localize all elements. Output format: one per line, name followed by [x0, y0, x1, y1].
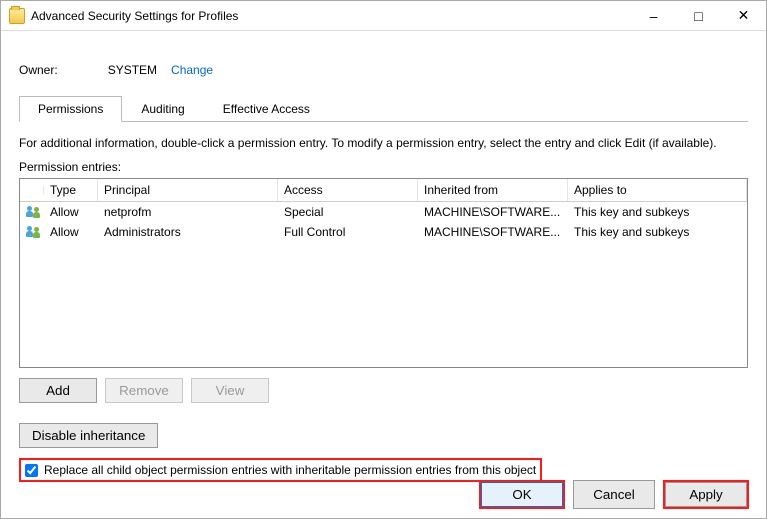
owner-row: Owner: SYSTEM Change [19, 63, 748, 77]
titlebar: Advanced Security Settings for Profiles … [1, 1, 766, 31]
close-button[interactable]: ✕ [721, 1, 766, 30]
disable-inheritance-button[interactable]: Disable inheritance [19, 423, 158, 448]
col-applies[interactable]: Applies to [568, 179, 747, 201]
permission-grid[interactable]: Type Principal Access Inherited from App… [19, 178, 748, 368]
grid-header: Type Principal Access Inherited from App… [20, 179, 747, 202]
tab-effective-access[interactable]: Effective Access [204, 96, 329, 122]
table-row[interactable]: Allow Administrators Full Control MACHIN… [20, 222, 747, 242]
replace-children-checkbox-row[interactable]: Replace all child object permission entr… [19, 458, 542, 482]
cell-inherited: MACHINE\SOFTWARE... [418, 202, 568, 222]
table-row[interactable]: Allow netprofm Special MACHINE\SOFTWARE.… [20, 202, 747, 222]
maximize-button[interactable]: □ [676, 1, 721, 30]
col-access[interactable]: Access [278, 179, 418, 201]
instruction-text: For additional information, double-click… [19, 136, 748, 150]
cell-access: Special [278, 202, 418, 222]
cell-principal: Administrators [98, 222, 278, 242]
col-type[interactable]: Type [44, 179, 98, 201]
tab-auditing[interactable]: Auditing [122, 96, 203, 122]
window-controls: – □ ✕ [631, 1, 766, 30]
change-owner-link[interactable]: Change [171, 63, 213, 77]
cell-type: Allow [44, 222, 98, 242]
dialog-footer: OK Cancel Apply [479, 480, 749, 509]
folder-icon [9, 8, 25, 24]
cell-applies: This key and subkeys [568, 222, 747, 242]
replace-children-checkbox[interactable] [25, 464, 38, 477]
replace-children-label: Replace all child object permission entr… [44, 463, 536, 477]
cell-applies: This key and subkeys [568, 202, 747, 222]
view-button: View [191, 378, 269, 403]
cancel-button[interactable]: Cancel [573, 480, 655, 509]
remove-button: Remove [105, 378, 183, 403]
entries-label: Permission entries: [19, 160, 748, 174]
col-principal[interactable]: Principal [98, 179, 278, 201]
minimize-button[interactable]: – [631, 1, 676, 30]
owner-label: Owner: [19, 63, 58, 77]
cell-type: Allow [44, 202, 98, 222]
apply-button[interactable]: Apply [665, 482, 747, 507]
owner-value: SYSTEM [108, 63, 157, 77]
col-inherited[interactable]: Inherited from [418, 179, 568, 201]
users-icon [26, 205, 42, 219]
cell-inherited: MACHINE\SOFTWARE... [418, 222, 568, 242]
tabs: Permissions Auditing Effective Access [19, 95, 748, 122]
cell-access: Full Control [278, 222, 418, 242]
tab-permissions[interactable]: Permissions [19, 96, 122, 122]
ok-button[interactable]: OK [481, 482, 563, 507]
cell-principal: netprofm [98, 202, 278, 222]
add-button[interactable]: Add [19, 378, 97, 403]
users-icon [26, 225, 42, 239]
window-title: Advanced Security Settings for Profiles [31, 9, 238, 23]
